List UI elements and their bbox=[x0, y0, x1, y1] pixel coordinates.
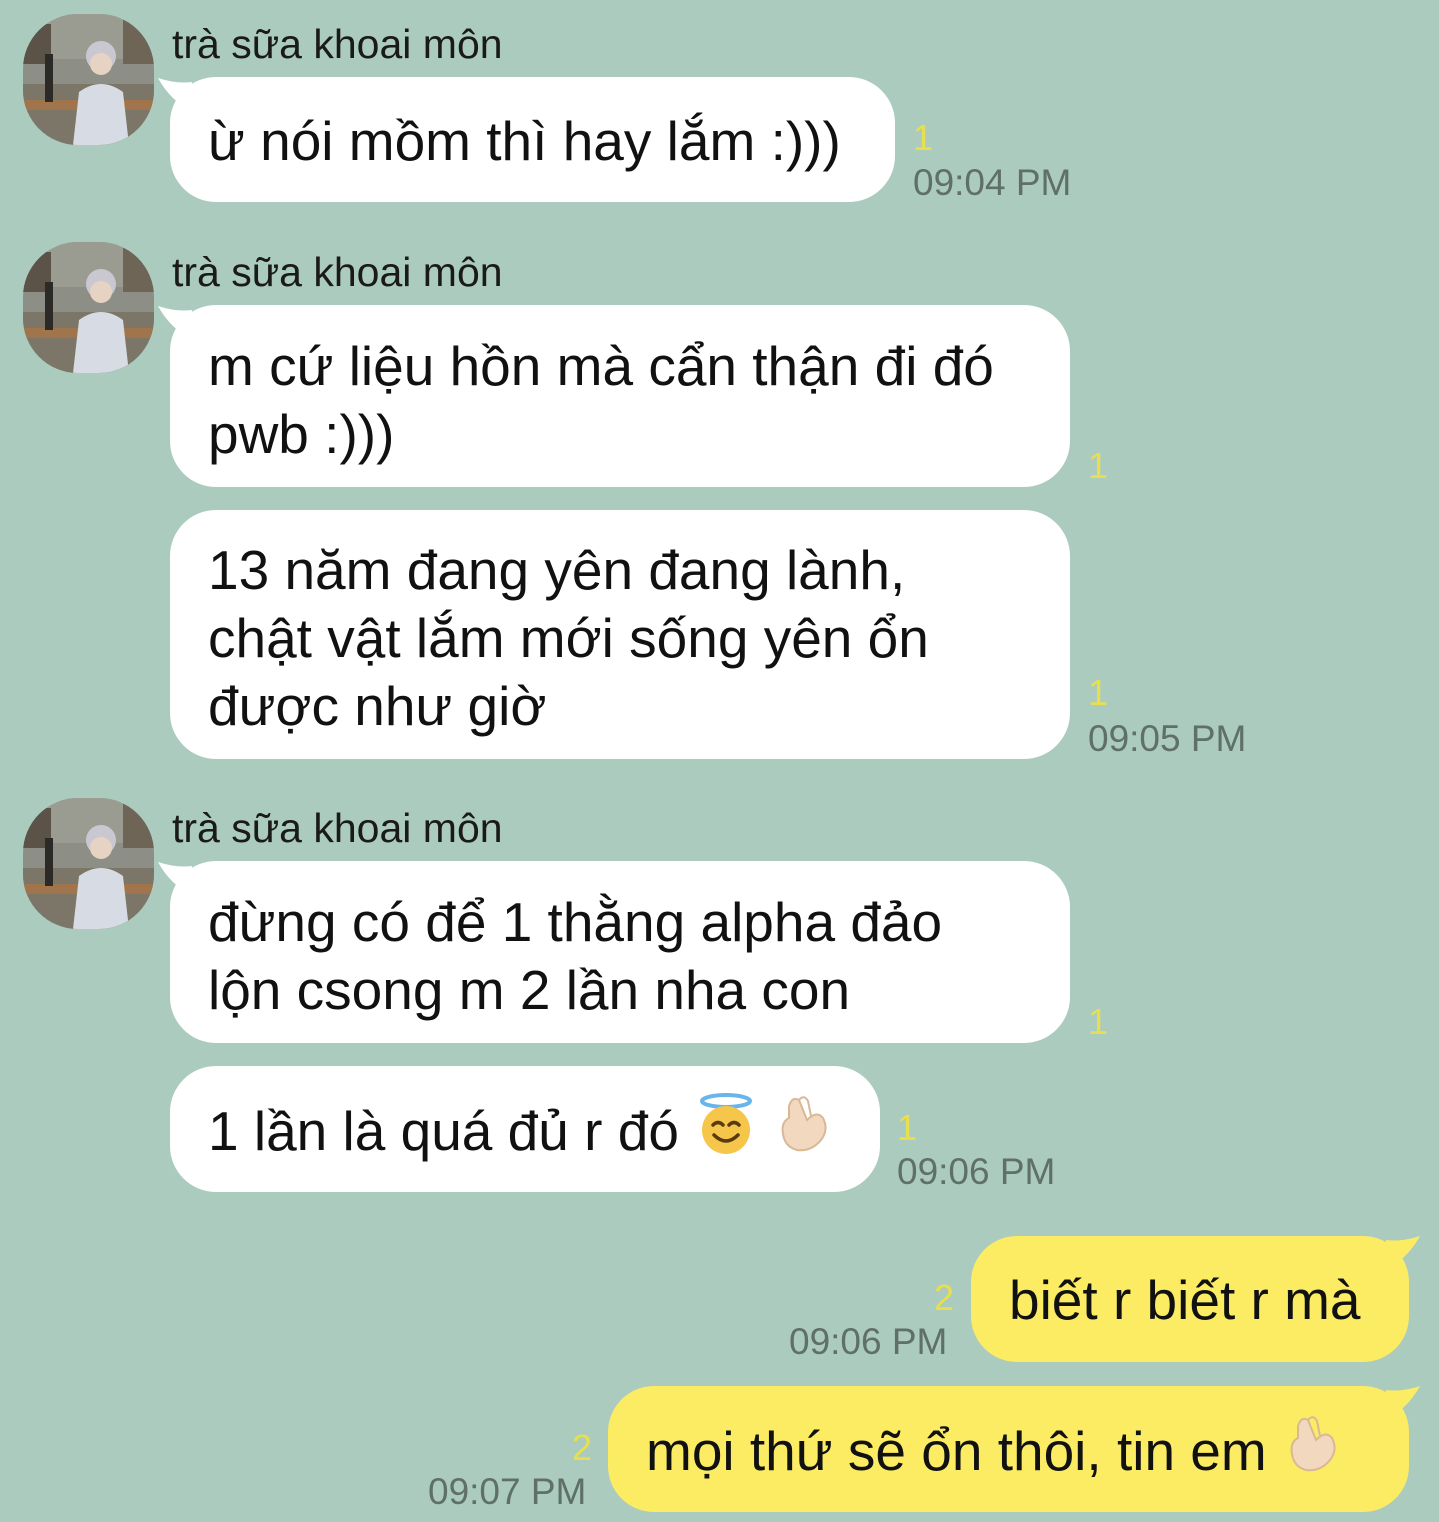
contact-avatar[interactable] bbox=[23, 242, 154, 373]
avatar-photo bbox=[23, 242, 154, 373]
message-text-line: 13 năm đang yên đang lành, bbox=[208, 539, 906, 601]
message-time: 09:06 PM bbox=[897, 1151, 1056, 1192]
contact-avatar[interactable] bbox=[23, 14, 154, 145]
message-time: 09:06 PM bbox=[789, 1321, 948, 1362]
message-text-line: được như giờ bbox=[208, 675, 547, 737]
message-text-emoji-row: mọi thứ sẽ ổn thôi, tin em bbox=[646, 1416, 1342, 1495]
incoming-message-bubble[interactable]: m cứ liệu hồn mà cẩn thận đi đó pwb :))) bbox=[170, 305, 1070, 487]
unread-count: 1 bbox=[913, 117, 934, 158]
message-text: mọi thứ sẽ ổn thôi, tin em bbox=[646, 1420, 1267, 1483]
unread-count: 1 bbox=[1088, 445, 1109, 486]
message-text-line: chật vật lắm mới sống yên ổn bbox=[208, 607, 929, 669]
message-text: 1 lần là quá đủ r đó bbox=[208, 1100, 679, 1163]
message-text-line: đừng có để 1 thằng alpha đảo bbox=[208, 891, 943, 953]
incoming-message-bubble[interactable]: 13 năm đang yên đang lành, chật vật lắm … bbox=[170, 510, 1070, 759]
outgoing-message-bubble[interactable]: mọi thứ sẽ ổn thôi, tin em bbox=[608, 1386, 1409, 1512]
sender-name: trà sữa khoai môn bbox=[172, 249, 503, 295]
unread-count: 1 bbox=[1088, 672, 1109, 713]
unread-count: 2 bbox=[572, 1427, 593, 1468]
incoming-message-bubble[interactable]: ừ nói mồm thì hay lắm :))) bbox=[170, 77, 895, 202]
crossed-fingers-heart-icon bbox=[773, 1092, 833, 1171]
message-time: 09:04 PM bbox=[913, 162, 1072, 203]
message-text-line: lộn csong m 2 lần nha con bbox=[208, 959, 851, 1021]
incoming-message-bubble[interactable]: đừng có để 1 thằng alpha đảo lộn csong m… bbox=[170, 861, 1070, 1043]
unread-count: 1 bbox=[1088, 1001, 1109, 1042]
message-text: biết r biết r mà bbox=[1009, 1269, 1361, 1331]
message-time: 09:05 PM bbox=[1088, 718, 1247, 759]
message-text-line: pwb :))) bbox=[208, 403, 395, 465]
message-time: 09:07 PM bbox=[428, 1471, 587, 1512]
sender-name: trà sữa khoai môn bbox=[172, 805, 503, 851]
unread-count: 1 bbox=[897, 1107, 918, 1148]
message-text: ừ nói mồm thì hay lắm :))) bbox=[208, 110, 841, 172]
message-text-emoji-row: 1 lần là quá đủ r đó bbox=[208, 1093, 833, 1175]
bubble-tail bbox=[1386, 1236, 1420, 1270]
outgoing-message-bubble[interactable]: biết r biết r mà bbox=[971, 1236, 1409, 1362]
sender-name: trà sữa khoai môn bbox=[172, 21, 503, 67]
crossed-fingers-heart-icon bbox=[1282, 1412, 1342, 1491]
smiling-face-with-halo-icon bbox=[694, 1092, 758, 1171]
contact-avatar[interactable] bbox=[23, 798, 154, 929]
avatar-photo bbox=[23, 14, 154, 145]
message-text-line: m cứ liệu hồn mà cẩn thận đi đó bbox=[208, 335, 994, 397]
bubble-tail bbox=[1386, 1386, 1420, 1420]
unread-count: 2 bbox=[934, 1277, 955, 1318]
incoming-message-bubble[interactable]: 1 lần là quá đủ r đó bbox=[170, 1066, 880, 1192]
avatar-photo bbox=[23, 798, 154, 929]
